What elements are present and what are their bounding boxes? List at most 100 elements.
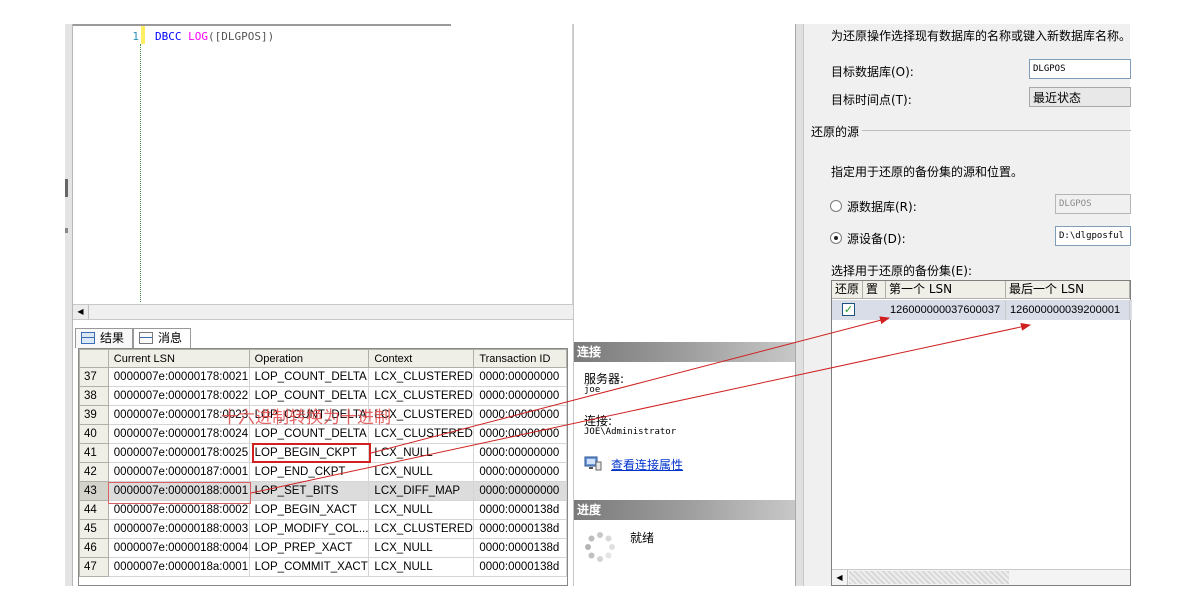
target-database-label: 目标数据库(O): — [831, 65, 914, 79]
cell-current-lsn[interactable]: 0000007e:00000178:0021 — [107, 367, 250, 387]
column-header-first-lsn[interactable]: 第一个 LSN — [886, 281, 1006, 299]
editor-top-border — [73, 24, 451, 26]
restore-source-group-label: 还原的源 — [811, 125, 860, 139]
destination-intro-text: 为还原操作选择现有数据库的名称或键入新数据库名称。 — [831, 29, 1132, 43]
cell-current-lsn[interactable]: 0000007e:00000178:0025 — [107, 443, 250, 463]
cell-operation[interactable]: LOP_COUNT_DELTA — [248, 367, 370, 387]
cell-transaction-id[interactable]: 0000:00000000 — [473, 424, 567, 444]
cell-last-lsn[interactable]: 126000000039200001 — [1006, 300, 1130, 320]
tab-messages-label: 消息 — [158, 331, 183, 345]
backup-sets-grid[interactable]: 还原 置 第一个 LSN 最后一个 LSN ✓ 1260000000376000… — [831, 280, 1132, 586]
cell-operation[interactable]: LOP_SET_BITS — [248, 481, 370, 501]
cell-transaction-id[interactable]: 0000:0000138d — [473, 557, 567, 577]
cell-transaction-id[interactable]: 0000:00000000 — [473, 386, 567, 406]
cell-current-lsn[interactable]: 0000007e:0000018a:0001 — [107, 557, 250, 577]
row-number[interactable]: 46 — [79, 538, 109, 558]
source-device-radio[interactable] — [830, 232, 842, 244]
cell-transaction-id[interactable]: 0000:00000000 — [473, 443, 567, 463]
left-panel-strip — [65, 24, 73, 586]
backup-grid-horizontal-scrollbar[interactable]: ◀ — [832, 569, 1130, 585]
source-database-combobox[interactable]: DLGPOS — [1055, 194, 1131, 214]
cell-transaction-id[interactable]: 0000:00000000 — [473, 462, 567, 482]
cell-context[interactable]: LCX_NULL — [368, 538, 475, 558]
cell-current-lsn[interactable]: 0000007e:00000187:0001 — [107, 462, 250, 482]
column-header[interactable]: Operation — [248, 349, 370, 368]
results-grid[interactable]: Current LSN Operation Context Transactio… — [78, 348, 568, 586]
row-number[interactable]: 37 — [79, 367, 109, 387]
cell-current-lsn[interactable]: 0000007e:00000188:0004 — [107, 538, 250, 558]
cell-transaction-id[interactable]: 0000:0000138d — [473, 519, 567, 539]
source-device-field[interactable]: D:\dlgposful — [1055, 226, 1131, 246]
row-number[interactable]: 38 — [79, 386, 109, 406]
row-number[interactable]: 44 — [79, 500, 109, 520]
scrollbar-thumb[interactable] — [849, 571, 1009, 584]
line-number: 1 — [132, 30, 139, 43]
cell-operation[interactable]: LOP_COMMIT_XACT — [248, 557, 370, 577]
cell-context[interactable]: LCX_NULL — [368, 500, 475, 520]
cell-current-lsn[interactable]: 0000007e:00000188:0003 — [107, 519, 250, 539]
cell-context[interactable]: LCX_CLUSTERED — [368, 519, 475, 539]
cell-operation[interactable]: LOP_PREP_XACT — [248, 538, 370, 558]
cell-context[interactable]: LCX_DIFF_MAP — [368, 481, 475, 501]
code-line[interactable]: DBCC LOG([DLGPOS]) — [155, 30, 274, 43]
column-header[interactable]: Current LSN — [107, 349, 250, 368]
column-header[interactable]: Context — [368, 349, 475, 368]
highlight-lsn-row-43 — [108, 482, 251, 504]
group-separator — [862, 130, 1131, 131]
cell-context[interactable]: LCX_CLUSTERED — [368, 367, 475, 387]
changed-line-marker — [141, 26, 145, 44]
splitter-handle[interactable] — [65, 179, 68, 197]
cell-first-lsn[interactable]: 126000000037600037 — [886, 300, 1006, 320]
row-number[interactable]: 39 — [79, 405, 109, 425]
scroll-left-arrow-icon[interactable]: ◀ — [832, 570, 848, 585]
server-value: joe — [584, 385, 601, 395]
code-arguments: ([DLGPOS]) — [208, 30, 275, 43]
row-number[interactable]: 47 — [79, 557, 109, 577]
table-row[interactable]: 47 0000007e:0000018a:0001 LOP_COMMIT_XACT L… — [79, 557, 567, 577]
cell-context[interactable]: LCX_NULL — [368, 443, 475, 463]
cell-operation[interactable]: LOP_BEGIN_XACT — [248, 500, 370, 520]
table-row[interactable]: 42 0000007e:00000187:0001 LOP_END_CKPT LCX_… — [79, 462, 567, 482]
row-number[interactable]: 42 — [79, 462, 109, 482]
cell-context[interactable]: LCX_NULL — [368, 462, 475, 482]
table-row[interactable]: 45 0000007e:00000188:0003 LOP_MODIFY_COL..… — [79, 519, 567, 539]
tab-messages[interactable]: 消息 — [133, 328, 191, 348]
progress-spinner-icon — [585, 532, 615, 562]
editor-horizontal-scrollbar[interactable]: ◀ — [73, 304, 573, 320]
query-editor[interactable]: 1 DBCC LOG([DLGPOS]) — [73, 24, 573, 319]
column-header-last-lsn[interactable]: 最后一个 LSN — [1006, 281, 1130, 299]
view-connection-properties-link[interactable]: 查看连接属性 — [611, 456, 683, 473]
results-tab-bar: 结果 消息 — [73, 326, 573, 348]
cell-operation[interactable]: LOP_MODIFY_COL... — [248, 519, 370, 539]
table-header-row: Current LSN Operation Context Transactio… — [79, 349, 567, 368]
progress-section-header: 进度 — [574, 500, 796, 520]
message-icon — [139, 332, 153, 344]
table-row[interactable]: 46 0000007e:00000188:0004 LOP_PREP_XACT LCX… — [79, 538, 567, 558]
highlight-begin-ckpt — [252, 443, 371, 463]
target-time-field[interactable]: 最近状态 — [1029, 87, 1131, 107]
column-header[interactable]: Transaction ID — [473, 349, 567, 368]
scroll-left-arrow-icon[interactable]: ◀ — [73, 305, 89, 319]
column-header-restore[interactable]: 还原 — [832, 281, 863, 299]
tab-results[interactable]: 结果 — [75, 328, 133, 348]
target-database-combobox[interactable]: DLGPOS — [1029, 59, 1131, 79]
row-number[interactable]: 45 — [79, 519, 109, 539]
cell-operation[interactable]: LOP_END_CKPT — [248, 462, 370, 482]
source-database-radio[interactable] — [830, 200, 842, 212]
connection-properties-icon[interactable] — [584, 455, 602, 471]
grid-icon — [81, 332, 95, 344]
row-number[interactable]: 43 — [79, 481, 109, 501]
row-number-header[interactable] — [79, 349, 109, 368]
cell-transaction-id[interactable]: 0000:0000138d — [473, 500, 567, 520]
cell-context[interactable]: LCX_NULL — [368, 557, 475, 577]
row-number[interactable]: 40 — [79, 424, 109, 444]
cell-transaction-id[interactable]: 0000:00000000 — [473, 481, 567, 501]
row-number[interactable]: 41 — [79, 443, 109, 463]
column-header-position[interactable]: 置 — [863, 281, 886, 299]
source-database-label: 源数据库(R): — [847, 200, 917, 214]
cell-transaction-id[interactable]: 0000:0000138d — [473, 538, 567, 558]
cell-transaction-id[interactable]: 0000:00000000 — [473, 367, 567, 387]
restore-checkbox[interactable]: ✓ — [842, 303, 855, 316]
cell-transaction-id[interactable]: 0000:00000000 — [473, 405, 567, 425]
table-row[interactable]: 37 0000007e:00000178:0021 LOP_COUNT_DELTA L… — [79, 367, 567, 387]
